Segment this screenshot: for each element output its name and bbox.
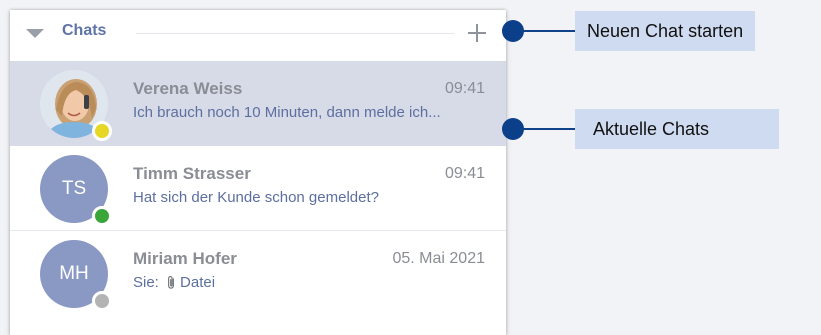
callout-line xyxy=(520,128,576,130)
chats-header: Chats xyxy=(10,10,506,56)
callout-line xyxy=(520,30,576,32)
chevron-down-icon[interactable] xyxy=(26,29,44,38)
avatar xyxy=(40,70,112,141)
callout-new-chat: Neuen Chat starten xyxy=(575,11,756,51)
chat-time: 05. Mai 2021 xyxy=(392,250,485,267)
chat-name: Miriam Hofer xyxy=(133,249,237,268)
chats-panel: Chats Verena Weiss 09:41 Ich brauch noch… xyxy=(10,10,506,335)
chat-name: Timm Strasser xyxy=(133,164,251,183)
paperclip-icon xyxy=(168,276,174,289)
plus-icon[interactable] xyxy=(465,21,489,45)
preview-sender: Sie: xyxy=(133,274,159,291)
chat-preview: Hat sich der Kunde schon gemeldet? xyxy=(133,189,379,206)
chat-name: Verena Weiss xyxy=(133,79,243,98)
callout-recent-chats: Aktuelle Chats xyxy=(575,109,780,149)
chats-title: Chats xyxy=(62,22,107,39)
attachment-label: Datei xyxy=(180,274,216,291)
chat-time: 09:41 xyxy=(444,80,485,97)
chat-item-miriam-hofer[interactable]: MH Miriam Hofer 05. Mai 2021 Sie: Datei xyxy=(10,231,506,316)
chat-item-timm-strasser[interactable]: TS Timm Strasser 09:41 Hat sich der Kund… xyxy=(10,146,506,231)
chat-preview: Sie: Datei xyxy=(133,274,489,291)
status-indicator xyxy=(92,121,112,141)
status-indicator xyxy=(92,291,112,311)
chat-time: 09:41 xyxy=(444,165,485,182)
avatar: TS xyxy=(40,155,112,226)
chat-item-verena-weiss[interactable]: Verena Weiss 09:41 Ich brauch noch 10 Mi… xyxy=(10,61,506,146)
header-divider xyxy=(136,33,454,34)
avatar: MH xyxy=(40,240,112,311)
status-indicator xyxy=(92,206,112,226)
chat-preview: Ich brauch noch 10 Minuten, dann melde i… xyxy=(133,104,441,121)
